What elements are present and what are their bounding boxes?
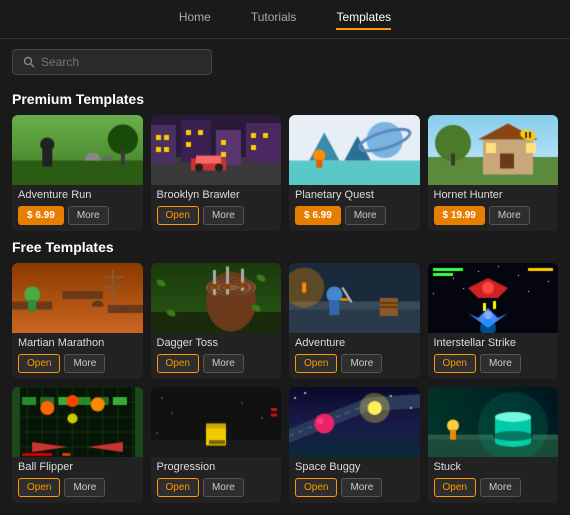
more-btn-stuck[interactable]: More [480, 478, 521, 497]
nav-templates[interactable]: Templates [336, 10, 391, 30]
more-btn-interstellar-strike[interactable]: More [480, 354, 521, 373]
price-btn-hornet-hunter[interactable]: $ 19.99 [434, 206, 485, 225]
open-btn-brooklyn-brawler[interactable]: Open [157, 206, 199, 225]
card-actions-planetary-quest: $ 6.99 More [295, 206, 414, 225]
open-btn-adventure-free[interactable]: Open [295, 354, 337, 373]
card-actions-brooklyn-brawler: Open More [157, 206, 276, 225]
template-card-space-buggy: Space Buggy Open More [289, 387, 420, 503]
card-actions-space-buggy: Open More [295, 478, 414, 497]
more-btn-adventure-run[interactable]: More [68, 206, 109, 225]
open-btn-ball-flipper[interactable]: Open [18, 478, 60, 497]
thumb-interstellar-strike [428, 263, 559, 333]
template-card-dagger-toss: Dagger Toss Open More [151, 263, 282, 379]
card-title-space-buggy: Space Buggy [295, 461, 414, 473]
scroll-area[interactable]: Premium Templates Adventure Run $ 6.99 M… [0, 85, 570, 515]
template-card-adventure-run: Adventure Run $ 6.99 More [12, 115, 143, 231]
card-actions-ball-flipper: Open More [18, 478, 137, 497]
card-actions-hornet-hunter: $ 19.99 More [434, 206, 553, 225]
thumb-martian-marathon [12, 263, 143, 333]
card-actions-interstellar-strike: Open More [434, 354, 553, 373]
open-btn-progression[interactable]: Open [157, 478, 199, 497]
thumb-planetary-quest [289, 115, 420, 185]
card-actions-adventure-free: Open More [295, 354, 414, 373]
card-title-interstellar-strike: Interstellar Strike [434, 337, 553, 349]
open-btn-stuck[interactable]: Open [434, 478, 476, 497]
more-btn-space-buggy[interactable]: More [341, 478, 382, 497]
free-grid: Martian Marathon Open More Dagger Toss O… [0, 263, 570, 503]
template-card-adventure-free: Adventure Open More [289, 263, 420, 379]
card-title-adventure-free: Adventure [295, 337, 414, 349]
open-btn-space-buggy[interactable]: Open [295, 478, 337, 497]
more-btn-martian-marathon[interactable]: More [64, 354, 105, 373]
card-title-progression: Progression [157, 461, 276, 473]
card-actions-progression: Open More [157, 478, 276, 497]
card-title-adventure-run: Adventure Run [18, 189, 137, 201]
nav-tutorials[interactable]: Tutorials [251, 10, 297, 30]
thumb-ball-flipper [12, 387, 143, 457]
card-title-ball-flipper: Ball Flipper [18, 461, 137, 473]
card-title-hornet-hunter: Hornet Hunter [434, 189, 553, 201]
card-title-brooklyn-brawler: Brooklyn Brawler [157, 189, 276, 201]
template-card-martian-marathon: Martian Marathon Open More [12, 263, 143, 379]
more-btn-progression[interactable]: More [203, 478, 244, 497]
thumb-space-buggy [289, 387, 420, 457]
search-icon [23, 56, 35, 68]
thumb-brooklyn-brawler [151, 115, 282, 185]
more-btn-dagger-toss[interactable]: More [203, 354, 244, 373]
card-actions-martian-marathon: Open More [18, 354, 137, 373]
template-card-stuck: Stuck Open More [428, 387, 559, 503]
thumb-progression [151, 387, 282, 457]
open-btn-interstellar-strike[interactable]: Open [434, 354, 476, 373]
thumb-stuck [428, 387, 559, 457]
card-actions-adventure-run: $ 6.99 More [18, 206, 137, 225]
premium-section-title: Premium Templates [12, 91, 558, 107]
thumb-dagger-toss [151, 263, 282, 333]
more-btn-hornet-hunter[interactable]: More [489, 206, 530, 225]
card-title-planetary-quest: Planetary Quest [295, 189, 414, 201]
price-btn-planetary-quest[interactable]: $ 6.99 [295, 206, 341, 225]
price-btn-adventure-run[interactable]: $ 6.99 [18, 206, 64, 225]
nav-home[interactable]: Home [179, 10, 211, 30]
more-btn-adventure-free[interactable]: More [341, 354, 382, 373]
search-bar [12, 49, 212, 75]
card-title-stuck: Stuck [434, 461, 553, 473]
template-card-interstellar-strike: Interstellar Strike Open More [428, 263, 559, 379]
card-title-martian-marathon: Martian Marathon [18, 337, 137, 349]
premium-grid: Adventure Run $ 6.99 More Brooklyn Brawl… [0, 115, 570, 231]
template-card-progression: Progression Open More [151, 387, 282, 503]
open-btn-dagger-toss[interactable]: Open [157, 354, 199, 373]
thumb-hornet-hunter [428, 115, 559, 185]
card-actions-dagger-toss: Open More [157, 354, 276, 373]
template-card-brooklyn-brawler: Brooklyn Brawler Open More [151, 115, 282, 231]
template-card-ball-flipper: Ball Flipper Open More [12, 387, 143, 503]
nav-bar: Home Tutorials Templates [0, 0, 570, 39]
template-card-hornet-hunter: Hornet Hunter $ 19.99 More [428, 115, 559, 231]
card-actions-stuck: Open More [434, 478, 553, 497]
thumb-adventure-free [289, 263, 420, 333]
free-section-title: Free Templates [12, 239, 558, 255]
more-btn-planetary-quest[interactable]: More [345, 206, 386, 225]
more-btn-ball-flipper[interactable]: More [64, 478, 105, 497]
search-input[interactable] [41, 55, 201, 69]
open-btn-martian-marathon[interactable]: Open [18, 354, 60, 373]
thumb-adventure-run [12, 115, 143, 185]
more-btn-brooklyn-brawler[interactable]: More [203, 206, 244, 225]
template-card-planetary-quest: Planetary Quest $ 6.99 More [289, 115, 420, 231]
card-title-dagger-toss: Dagger Toss [157, 337, 276, 349]
